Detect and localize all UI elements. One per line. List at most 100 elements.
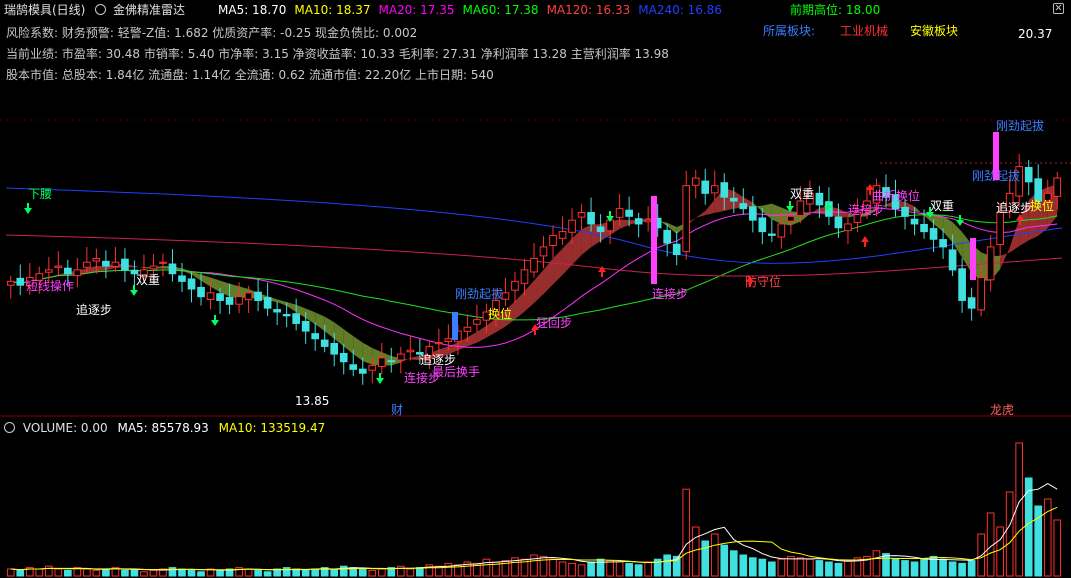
volume-bar — [235, 567, 243, 577]
volume-bar — [606, 560, 614, 577]
bottom-marker: 财 — [391, 403, 403, 417]
candle-body — [663, 229, 672, 244]
candle-body — [92, 257, 101, 262]
candle-body — [511, 280, 519, 291]
ma-ribbon-segment — [581, 224, 592, 255]
highlight-bar — [651, 196, 657, 284]
signal-label: 短线操作 — [26, 278, 74, 293]
candle-body — [625, 209, 633, 217]
candle-body — [701, 180, 710, 194]
candle-body — [311, 333, 320, 340]
signal-arrow-icon — [211, 315, 219, 326]
ma-ribbon-segment — [514, 291, 525, 320]
candle-body — [54, 265, 63, 268]
candle-body — [739, 203, 748, 210]
volume-bar — [282, 567, 291, 577]
signal-label: 连接步 — [848, 202, 884, 217]
volume-bar — [197, 571, 205, 577]
volume-bar — [967, 560, 976, 577]
volume-bar — [339, 565, 348, 577]
ma-ribbon-segment — [353, 336, 363, 361]
candle-body — [748, 206, 757, 221]
volume-bar — [872, 550, 881, 577]
candle-body — [558, 231, 567, 239]
ma-ribbon-segment — [543, 258, 554, 294]
volume-bar — [244, 568, 253, 577]
volume-bar — [92, 569, 101, 577]
signal-label: 双重 — [136, 273, 160, 287]
volume-bar — [901, 560, 909, 577]
candle-body — [710, 185, 719, 194]
ma-ribbon-segment — [343, 329, 354, 355]
volume-bar — [777, 558, 786, 577]
ma-ribbon-segment — [410, 355, 420, 361]
volume-bar — [121, 569, 129, 577]
volume-bar — [891, 558, 900, 577]
ma-ribbon-segment — [943, 216, 953, 243]
candle-body — [197, 286, 205, 298]
ma-ribbon-segment — [210, 277, 221, 293]
volume-bar — [825, 561, 833, 577]
volume-ma10-line — [10, 506, 1058, 571]
price-low-label: 13.85 — [295, 394, 329, 408]
bottom-marker: 龙虎 — [990, 403, 1014, 417]
signal-label: 换位 — [1030, 198, 1054, 213]
signal-label: 曲折换位 — [872, 188, 920, 203]
candle-body — [568, 219, 576, 233]
volume-bar — [691, 526, 700, 577]
candle-body — [729, 197, 738, 202]
volume-bar — [682, 488, 691, 577]
volume-bar — [806, 558, 814, 577]
candle-body — [539, 246, 548, 257]
candle-body — [986, 246, 995, 281]
signal-label: 刚劲起拔 — [996, 118, 1044, 133]
volume-bar — [187, 569, 196, 577]
candle-body — [387, 360, 396, 363]
volume-bar — [130, 568, 139, 577]
candle-body — [520, 269, 529, 284]
price-chart[interactable]: 20.3713.85下腰双重追逐步短线操作追逐步连接步最后换手刚劲起拔换位狂回步… — [0, 0, 1071, 578]
volume-bar — [6, 568, 15, 577]
candle-body — [368, 365, 377, 371]
candle-body — [682, 185, 691, 253]
candle-body — [187, 278, 196, 290]
volume-bar — [83, 568, 91, 577]
candle-body — [339, 352, 348, 363]
ma-ribbon-segment — [286, 302, 297, 312]
candle-body — [168, 263, 177, 275]
ma-ribbon-segment — [362, 342, 373, 365]
signal-label: 双重 — [930, 199, 954, 213]
volume-bar — [406, 568, 415, 577]
candle-body — [777, 223, 786, 238]
candle-body — [958, 268, 966, 301]
candle-body — [920, 223, 928, 233]
volume-bar — [558, 561, 567, 577]
volume-bar — [729, 550, 738, 577]
candle-body — [244, 292, 253, 301]
volume-bar — [140, 571, 148, 577]
volume-bar — [625, 562, 633, 577]
volume-bar — [396, 565, 405, 577]
candle-body — [587, 212, 595, 225]
volume-bar — [539, 555, 548, 577]
volume-bar — [882, 553, 890, 577]
volume-bar — [482, 558, 491, 577]
volume-bar — [977, 533, 985, 577]
candle-body — [939, 239, 947, 248]
candle-body — [301, 320, 310, 332]
volume-bar — [587, 561, 595, 577]
volume-bar — [263, 571, 272, 577]
volume-bar — [444, 562, 453, 577]
candle-body — [216, 293, 224, 301]
signal-label: 双重 — [790, 187, 814, 201]
highlight-bar — [993, 132, 999, 180]
signal-arrow-icon — [956, 215, 964, 226]
ma-ribbon-segment — [562, 238, 573, 275]
ma-ribbon-segment — [1000, 247, 1010, 270]
volume-bar — [16, 569, 25, 577]
ma-ribbon-segment — [524, 280, 534, 312]
signal-label: 下腰 — [28, 187, 52, 201]
volume-bar — [948, 561, 957, 577]
candle-body — [815, 192, 824, 206]
candle-body — [16, 277, 25, 286]
